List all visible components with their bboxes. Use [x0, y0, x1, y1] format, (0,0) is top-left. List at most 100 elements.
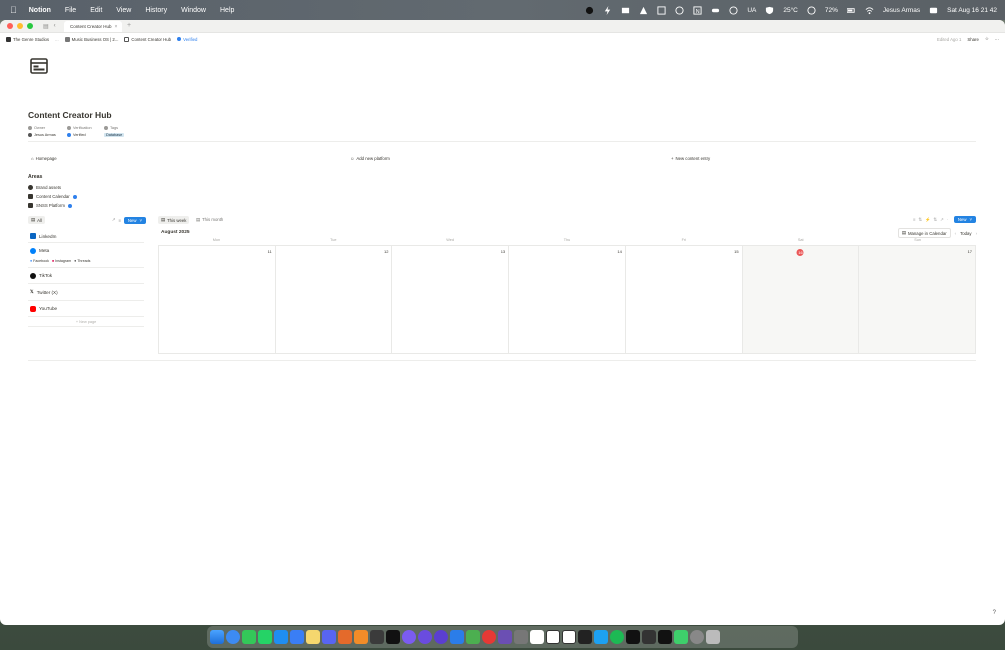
app-icon[interactable]	[674, 630, 688, 644]
app-icon[interactable]	[594, 630, 608, 644]
input-language[interactable]: UA	[747, 7, 756, 14]
menu-file[interactable]: File	[65, 7, 76, 14]
notion-icon[interactable]: N	[693, 5, 702, 15]
tab-all[interactable]: ▤ All	[28, 216, 45, 224]
list-item-tiktok[interactable]: TikTok	[28, 268, 144, 284]
breadcrumb-ellipsis[interactable]: ...	[55, 37, 59, 42]
page-header-icon[interactable]	[30, 57, 48, 75]
breadcrumb-item[interactable]: The Genre Studios	[6, 36, 49, 42]
app-icon[interactable]	[466, 630, 480, 644]
expand-icon[interactable]: ↗	[112, 217, 116, 223]
clock[interactable]: Sat Aug 16 21 42	[947, 7, 997, 14]
manage-in-calendar-button[interactable]: ▤ Manage in Calendar	[897, 228, 951, 238]
whatsapp-icon[interactable]	[258, 630, 272, 644]
threads-link[interactable]: ● Threads	[74, 259, 90, 263]
list-item-twitter[interactable]: 𝕏 Twitter (X)	[28, 284, 144, 301]
app-icon[interactable]	[450, 630, 464, 644]
prev-week-icon[interactable]: ‹	[955, 231, 956, 236]
verification-property-label[interactable]: Verification	[67, 125, 98, 130]
app-icon[interactable]	[338, 630, 352, 644]
app-icon[interactable]	[402, 630, 416, 644]
calendar-day[interactable]: 14	[508, 246, 625, 353]
facebook-link[interactable]: ● Facebook	[30, 259, 49, 263]
discord-icon[interactable]	[322, 630, 336, 644]
new-content-entry-button[interactable]: + New content entry	[671, 156, 710, 161]
verification-value[interactable]: Verified	[67, 132, 98, 137]
menu-view[interactable]: View	[116, 7, 131, 14]
app-icon[interactable]	[626, 630, 640, 644]
vpn-icon[interactable]	[807, 5, 816, 15]
app-icon[interactable]	[658, 630, 672, 644]
calendar-day[interactable]: 17	[858, 246, 977, 353]
owner-property-label[interactable]: Owner	[28, 125, 61, 130]
calendar-day[interactable]: 15	[624, 246, 742, 353]
bolt-icon[interactable]	[603, 5, 612, 15]
app-icon[interactable]	[434, 630, 448, 644]
new-page-button[interactable]: + New page	[28, 317, 144, 327]
battery-icon[interactable]	[846, 6, 856, 15]
messages-icon[interactable]	[242, 630, 256, 644]
warning-icon[interactable]	[639, 6, 648, 15]
close-window-button[interactable]	[7, 23, 13, 29]
app-store-icon[interactable]	[274, 630, 288, 644]
close-tab-icon[interactable]: ×	[115, 24, 118, 30]
help-icon[interactable]: ?	[993, 610, 996, 616]
back-icon[interactable]: ‹	[54, 23, 56, 30]
new-button[interactable]: New ˅	[953, 216, 976, 223]
owner-value[interactable]: Jesus Armas	[28, 132, 61, 137]
page-title[interactable]: Content Creator Hub	[28, 110, 112, 120]
tags-property-label[interactable]: Tags	[104, 125, 118, 130]
zoom-window-button[interactable]	[27, 23, 33, 29]
gauge-icon[interactable]	[675, 5, 684, 15]
system-settings-icon[interactable]	[514, 630, 528, 644]
calendar-icon[interactable]	[657, 5, 666, 15]
minimize-window-button[interactable]	[17, 23, 23, 29]
app-icon[interactable]	[690, 630, 704, 644]
status-app-icon[interactable]	[585, 6, 594, 15]
more-icon[interactable]: ···	[995, 37, 999, 42]
app-icon[interactable]	[370, 630, 384, 644]
shield-icon[interactable]	[765, 6, 774, 15]
toggle-icon[interactable]	[711, 6, 720, 15]
calendar-day[interactable]: 11	[158, 246, 275, 353]
instagram-link[interactable]: ■ Instagram	[52, 259, 71, 263]
area-brand-assets[interactable]: Brand assets	[28, 183, 77, 192]
breadcrumb-item[interactable]: Music Business OS | 2...	[64, 36, 118, 42]
app-icon[interactable]	[418, 630, 432, 644]
mail-icon[interactable]	[290, 630, 304, 644]
area-snss-platform[interactable]: SNSS Platform	[28, 201, 77, 210]
notes-icon[interactable]	[306, 630, 320, 644]
app-icon[interactable]	[498, 630, 512, 644]
battery-percent[interactable]: 72%	[825, 7, 838, 14]
list-item-youtube[interactable]: YouTube	[28, 301, 144, 317]
calendar-app-icon[interactable]	[562, 630, 576, 644]
control-center-icon[interactable]	[929, 6, 938, 15]
today-button[interactable]: Today	[960, 231, 971, 236]
sidebar-toggle-icon[interactable]: ▤	[43, 23, 49, 30]
list-item-linkedin[interactable]: LinkedIn	[28, 230, 144, 243]
app-icon[interactable]	[354, 630, 368, 644]
calendar-day[interactable]: 12	[274, 246, 392, 353]
new-tab-icon[interactable]: +	[127, 22, 131, 29]
menu-help[interactable]: Help	[220, 7, 234, 14]
app-menu[interactable]: Notion	[29, 7, 51, 14]
view-options-icon[interactable]: ≡⇅⚡⇅↗·	[913, 217, 951, 223]
mail-icon[interactable]	[621, 6, 630, 15]
app-icon[interactable]	[642, 630, 656, 644]
tab-content-creator-hub[interactable]: Content Creator Hub ×	[64, 21, 122, 32]
tags-value[interactable]: Database	[104, 132, 125, 137]
user-name[interactable]: Jesus Armas	[883, 7, 920, 14]
tab-this-week[interactable]: ▤ This week	[158, 216, 190, 224]
breadcrumb-item[interactable]: Content Creator Hub	[124, 36, 171, 42]
trash-icon[interactable]	[706, 630, 720, 644]
apple-menu-icon[interactable]: 	[10, 5, 17, 15]
spotify-icon[interactable]	[610, 630, 624, 644]
next-week-icon[interactable]: ›	[976, 231, 977, 236]
finder-icon[interactable]	[210, 630, 224, 644]
notion-icon[interactable]	[546, 630, 560, 644]
app-icon[interactable]	[578, 630, 592, 644]
homepage-button[interactable]: ⌂ Homepage	[31, 156, 57, 161]
weather-readout[interactable]: 25°C	[783, 7, 798, 14]
wifi-icon[interactable]	[865, 6, 874, 15]
compass-icon[interactable]	[729, 5, 738, 15]
